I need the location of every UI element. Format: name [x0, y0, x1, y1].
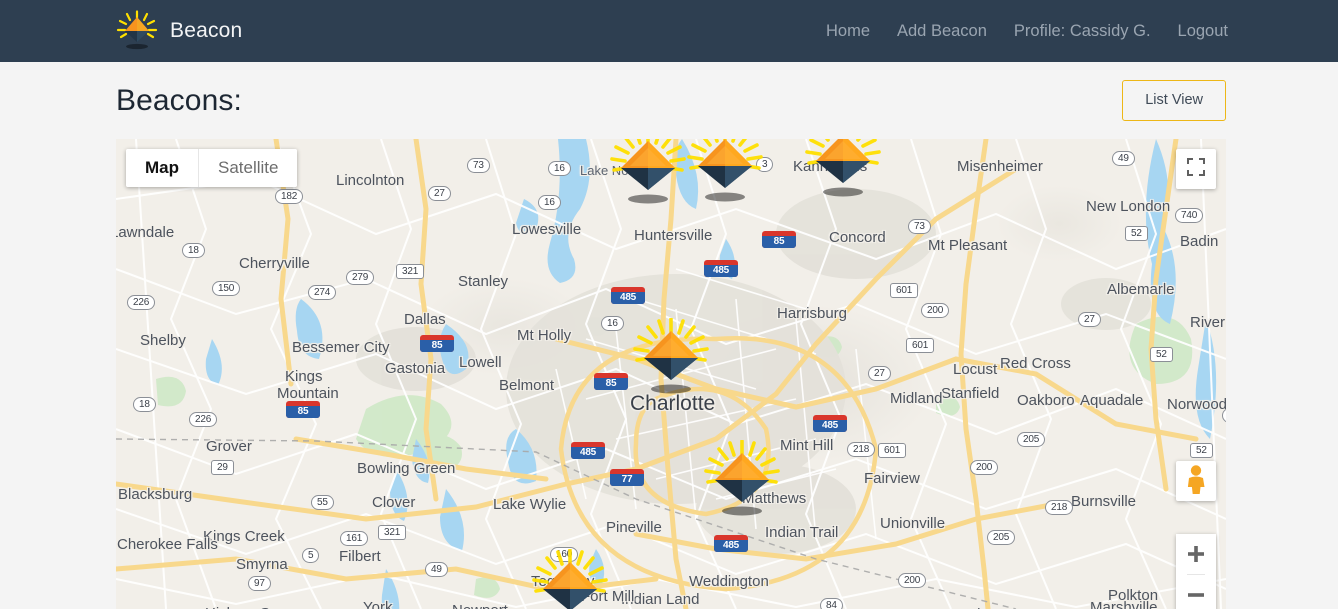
- fullscreen-icon: [1187, 157, 1205, 181]
- highway-shield: 601: [878, 443, 907, 458]
- nav-link-logout[interactable]: Logout: [1178, 22, 1228, 41]
- plus-icon: [1188, 546, 1204, 562]
- highway-shield: 200: [921, 303, 950, 318]
- highway-shield: 52: [1125, 226, 1148, 241]
- highway-shield: 97: [248, 576, 271, 591]
- highway-shield: 29: [211, 460, 234, 475]
- highway-shield: 485: [704, 260, 738, 277]
- highway-shield: 226: [127, 295, 156, 310]
- beacon-marker-3[interactable]: [804, 139, 882, 199]
- highway-shield: 200: [898, 573, 927, 588]
- highway-shield: 27: [868, 366, 891, 381]
- fullscreen-button[interactable]: [1176, 149, 1216, 189]
- highway-shield: 161: [340, 531, 369, 546]
- nav-link-profile[interactable]: Profile: Cassidy G.: [1014, 22, 1151, 41]
- street-view-pegman-icon: [1183, 464, 1209, 499]
- beacon-marker-1[interactable]: [609, 139, 687, 206]
- highway-shield: 205: [987, 530, 1016, 545]
- zoom-controls[interactable]: [1176, 534, 1216, 609]
- highway-shield: 321: [396, 264, 425, 279]
- highway-shield: 601: [906, 338, 935, 353]
- highway-shield: 18: [133, 397, 156, 412]
- highway-shield: 16: [548, 161, 571, 176]
- map-type-satellite[interactable]: Satellite: [199, 149, 298, 187]
- beacon-logo-icon: [116, 10, 158, 52]
- highway-shield: 85: [286, 401, 320, 418]
- beacon-marker-6[interactable]: [531, 548, 609, 609]
- highway-shield: 52: [1190, 443, 1213, 458]
- page-title: Beacons:: [116, 83, 242, 117]
- highway-shield: 16: [601, 316, 624, 331]
- brand-link[interactable]: Beacon: [116, 10, 242, 52]
- street-view-pegman-button[interactable]: [1176, 461, 1216, 501]
- highway-shield: 73: [467, 158, 490, 173]
- nav-links: Home Add Beacon Profile: Cassidy G. Logo…: [826, 22, 1228, 41]
- highway-shield: 77: [610, 469, 644, 486]
- highway-shield: 200: [970, 460, 999, 475]
- brand-title: Beacon: [170, 19, 243, 42]
- highway-shield: 85: [420, 335, 454, 352]
- highway-shield: 279: [346, 270, 375, 285]
- top-navbar: Beacon Home Add Beacon Profile: Cassidy …: [0, 0, 1338, 62]
- highway-shield: 218: [847, 442, 876, 457]
- highway-shield: 18: [182, 243, 205, 258]
- highway-shield: 84: [820, 598, 843, 609]
- highway-shield: 73: [908, 219, 931, 234]
- highway-shield: 485: [611, 287, 645, 304]
- map-container[interactable]: Lawndale Cherryville Shelby Bessemer City Ki…: [116, 139, 1226, 609]
- beacon-marker-5[interactable]: [703, 439, 781, 518]
- zoom-in-button[interactable]: [1176, 534, 1216, 574]
- highway-shield: 485: [714, 535, 748, 552]
- highway-shield: 150: [212, 281, 241, 296]
- highway-shield: 740: [1175, 208, 1204, 223]
- highway-shield: 16: [538, 195, 561, 210]
- highway-shield: 55: [311, 495, 334, 510]
- highway-shield: 274: [308, 285, 337, 300]
- minus-icon: [1188, 593, 1204, 597]
- zoom-out-button[interactable]: [1176, 575, 1216, 609]
- page-header: Beacons: List View: [0, 62, 1338, 139]
- map-type-control[interactable]: Map Satellite: [126, 149, 298, 187]
- highway-shield: 218: [1045, 500, 1074, 515]
- highway-shield: 52: [1150, 347, 1173, 362]
- map-type-map[interactable]: Map: [126, 149, 198, 187]
- highway-shield: 485: [813, 415, 847, 432]
- highway-shield: 205: [1017, 432, 1046, 447]
- highway-shield: 49: [425, 562, 448, 577]
- highway-shield: 85: [762, 231, 796, 248]
- highway-shield: 182: [275, 189, 304, 204]
- highway-shield: 226: [189, 412, 218, 427]
- list-view-button[interactable]: List View: [1122, 80, 1226, 121]
- highway-shield: 485: [571, 442, 605, 459]
- highway-shield: 49: [1112, 151, 1135, 166]
- highway-shield: 5: [302, 548, 320, 563]
- highway-shield: 601: [890, 283, 919, 298]
- beacon-marker-2[interactable]: [686, 139, 764, 204]
- highway-shield: 27: [1078, 312, 1101, 327]
- highway-shield: 27: [428, 186, 451, 201]
- beacon-marker-4[interactable]: [632, 317, 710, 396]
- nav-link-add-beacon[interactable]: Add Beacon: [897, 22, 987, 41]
- highway-shield: 85: [594, 373, 628, 390]
- highway-shield: 321: [378, 525, 407, 540]
- nav-link-home[interactable]: Home: [826, 22, 870, 41]
